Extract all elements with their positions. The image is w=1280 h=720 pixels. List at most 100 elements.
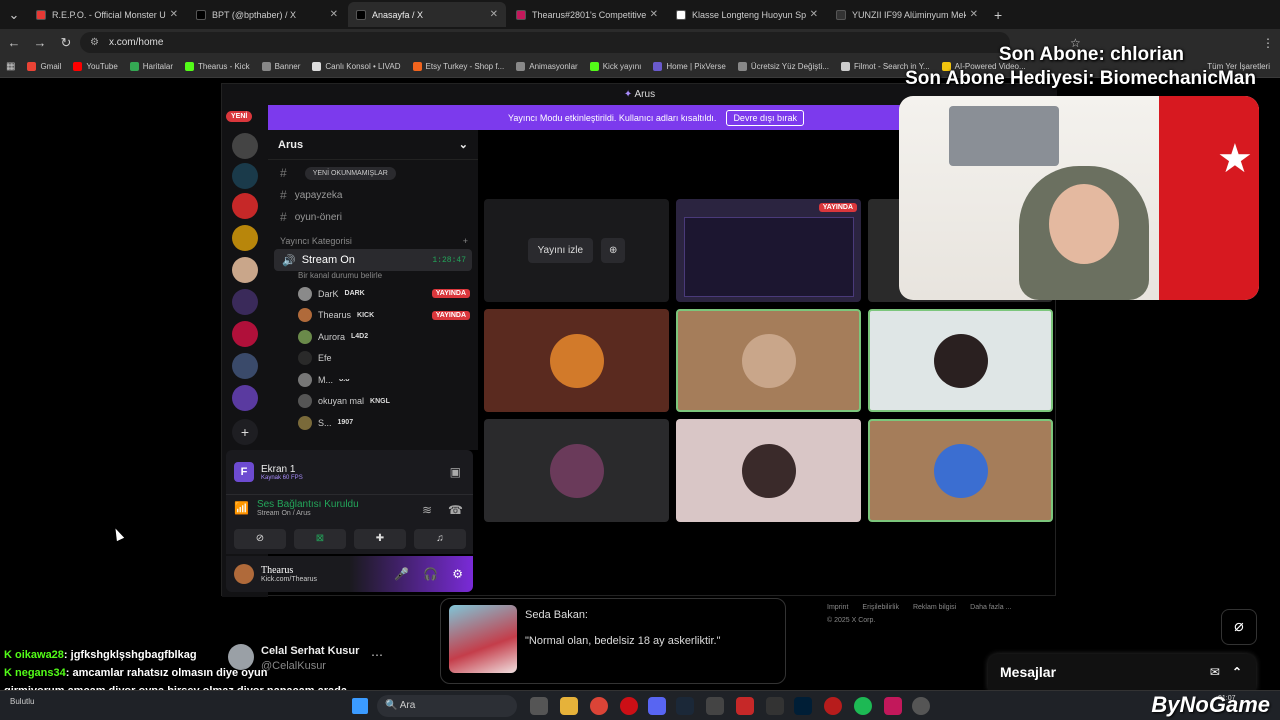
voice-user[interactable]: Efe [268, 348, 478, 370]
activities-button[interactable]: ✚ [354, 529, 406, 549]
channel-item[interactable]: # oyun-öneri [268, 206, 478, 228]
chrome-icon[interactable] [590, 697, 608, 715]
tab[interactable]: YUNZII IF99 Alüminyum Mekan ✕ [828, 2, 986, 27]
bookmark-item[interactable]: Etsy Turkey - Shop f... [412, 62, 504, 71]
video-tile[interactable]: Yayını izle ⊕ [484, 199, 669, 302]
explorer-icon[interactable] [560, 697, 578, 715]
video-tile[interactable] [484, 419, 669, 522]
add-channel-icon[interactable]: + [463, 236, 468, 246]
grok-icon[interactable]: ⌀ [1221, 609, 1257, 645]
bookmark-item[interactable]: Haritalar [129, 62, 173, 71]
close-icon[interactable]: ✕ [970, 9, 978, 20]
bookmark-item[interactable]: Canlı Konsol • LIVAD [312, 62, 401, 71]
server-header[interactable]: Arus ⌄ [268, 130, 478, 160]
voice-channel[interactable]: 🔊 Stream On 1:28:47 [274, 249, 472, 271]
disconnect-icon[interactable]: ☎ [448, 503, 463, 517]
voice-user[interactable]: S... 1907 [268, 412, 478, 434]
bookmark-item[interactable]: Gmail [27, 62, 61, 71]
signal-icon[interactable]: 📶 [234, 501, 249, 515]
video-tile[interactable] [868, 309, 1053, 412]
tab[interactable]: Klasse Longteng Huoyun Speci ✕ [668, 2, 826, 27]
server-icon[interactable] [232, 289, 258, 315]
server-icon[interactable] [232, 321, 258, 347]
voice-user[interactable]: Thearus KICK YAYINDA [268, 305, 478, 327]
channel-item[interactable]: # yapayzeka [268, 184, 478, 206]
spotify-icon[interactable] [854, 697, 872, 715]
headphones-icon[interactable]: 🎧 [423, 567, 438, 581]
tweet-image[interactable] [449, 605, 517, 673]
server-icon[interactable] [232, 257, 258, 283]
forward-icon[interactable]: → [28, 35, 52, 50]
taskbar-search[interactable]: 🔍 Ara [377, 695, 517, 717]
bookmark-item[interactable]: Kick yayını [589, 62, 641, 71]
video-tile[interactable]: YAYINDA [676, 199, 861, 302]
avatar[interactable] [234, 564, 254, 584]
noise-icon[interactable]: ≋ [422, 503, 432, 517]
new-badge[interactable]: YENİ [226, 111, 253, 122]
app-icon[interactable] [530, 697, 548, 715]
bookmark-item[interactable]: Thearus - Kick [185, 62, 250, 71]
tab[interactable]: Thearus#2801's Competitive M ✕ [508, 2, 666, 27]
opera-icon[interactable] [620, 697, 638, 715]
server-icon[interactable] [232, 353, 258, 379]
server-icon[interactable] [232, 225, 258, 251]
bookmark-item[interactable]: YouTube [73, 62, 118, 71]
mic-icon[interactable]: 🎤 [394, 567, 409, 581]
discord-icon[interactable] [648, 697, 666, 715]
footer-link[interactable]: Daha fazla ... [970, 604, 1011, 611]
reload-icon[interactable]: ↻ [54, 35, 78, 51]
settings-gear-icon[interactable]: ⚙ [452, 567, 463, 581]
bookmark-item[interactable]: Home | PixVerse [653, 62, 726, 71]
voice-user[interactable]: M... ᴗ.ᴗ [268, 369, 478, 391]
tab-search-icon[interactable]: ⌄ [2, 7, 26, 23]
video-tile[interactable] [676, 309, 861, 412]
bookmark-item[interactable]: Banner [261, 62, 300, 71]
new-message-icon[interactable]: ✉ [1210, 665, 1220, 679]
close-icon[interactable]: ✕ [170, 9, 178, 20]
footer-link[interactable]: Reklam bilgisi [913, 604, 956, 611]
video-tile[interactable] [868, 419, 1053, 522]
close-icon[interactable]: ✕ [330, 9, 338, 20]
server-icon-arus[interactable] [232, 385, 258, 411]
tab[interactable]: R.E.P.O. - Official Monster Upd ✕ [28, 2, 186, 27]
server-icon[interactable] [232, 193, 258, 219]
stop-share-icon[interactable]: ▣ [450, 465, 461, 479]
category-header[interactable]: Yayıncı Kategorisi + [268, 228, 478, 249]
footer-link[interactable]: Erişilebilirlik [862, 604, 899, 611]
watch-stream-button[interactable]: Yayını izle [527, 238, 593, 263]
weather-widget[interactable]: Bulutlu [10, 697, 34, 706]
preview-icon[interactable]: ⊕ [601, 238, 626, 263]
messages-drawer[interactable]: Mesajlar ✉ ⌃ [988, 654, 1256, 690]
app-icon[interactable] [706, 697, 724, 715]
soundboard-button[interactable]: ♫ [414, 529, 466, 549]
expand-icon[interactable]: ⌃ [1232, 665, 1242, 679]
more-icon[interactable]: ⋯ [371, 648, 383, 662]
footer-link[interactable]: Imprint [827, 604, 848, 611]
voice-user[interactable]: DarK DARK YAYINDA [268, 283, 478, 305]
site-info-icon[interactable]: ⚙ [90, 37, 99, 48]
camera-off-button[interactable]: ⊘ [234, 529, 286, 549]
close-icon[interactable]: ✕ [650, 9, 658, 20]
apps-icon[interactable]: ▦ [6, 61, 15, 72]
back-icon[interactable]: ← [2, 35, 26, 50]
bookmark-item[interactable]: Ücretsiz Yüz Değişti... [737, 62, 829, 71]
close-icon[interactable]: ✕ [810, 9, 818, 20]
video-tile[interactable] [676, 419, 861, 522]
app-icon[interactable] [884, 697, 902, 715]
bookmark-item[interactable]: Animasyonlar [516, 62, 578, 71]
epic-icon[interactable] [766, 697, 784, 715]
voice-status[interactable]: Bir kanal durumu belirle [268, 271, 478, 283]
tab[interactable]: BPT (@bpthaber) / X ✕ [188, 2, 346, 27]
address-bar[interactable]: ⚙ x.com/home [80, 32, 1010, 53]
voice-user[interactable]: okuyan mal KNGL [268, 391, 478, 413]
channel-item[interactable]: # YENİ OKUNMAMIŞLAR [268, 162, 478, 184]
app-icon[interactable] [824, 697, 842, 715]
new-tab-button[interactable]: + [994, 7, 1002, 23]
screen-share-button[interactable]: ⊠ [294, 529, 346, 549]
server-icon[interactable] [232, 133, 258, 159]
add-server-icon[interactable]: + [232, 419, 258, 445]
menu-icon[interactable]: ⋮ [1262, 36, 1274, 50]
unread-pill[interactable]: YENİ OKUNMAMIŞLAR [304, 166, 396, 180]
steam-icon[interactable] [676, 697, 694, 715]
app-icon[interactable] [912, 697, 930, 715]
